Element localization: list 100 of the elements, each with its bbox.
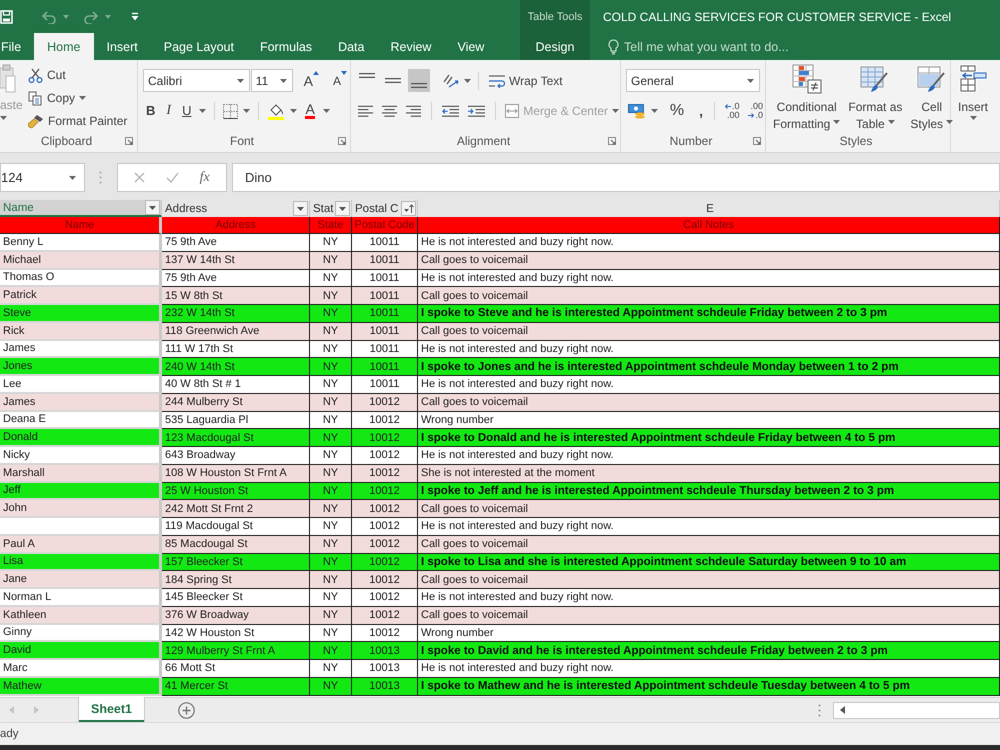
column-header-label: E (706, 202, 714, 214)
group-label: Font (230, 134, 254, 148)
caret-icon[interactable] (747, 78, 754, 82)
scroll-left-icon[interactable] (840, 706, 845, 714)
ribbon-tab[interactable]: Insert (94, 33, 151, 60)
dialog-launcher-icon[interactable] (338, 136, 346, 144)
ribbon-tab[interactable]: View (444, 33, 498, 60)
caret-icon[interactable] (650, 109, 658, 113)
bold-button[interactable]: B (143, 101, 158, 121)
ribbon-tab[interactable]: Formulas (246, 33, 326, 60)
dialog-launcher-icon[interactable] (608, 136, 616, 144)
arrow-left-icon (724, 104, 731, 109)
increase-font-size-button[interactable]: A (300, 70, 322, 90)
group-label: Clipboard (40, 134, 92, 148)
underline-button[interactable]: U (179, 101, 194, 121)
insert-function-button[interactable]: fx (200, 170, 210, 186)
borders-icon[interactable] (223, 104, 238, 118)
dropdown-arrow-icon (149, 206, 156, 210)
caret-icon[interactable] (946, 120, 954, 124)
caret-icon[interactable] (69, 176, 76, 180)
caret-icon[interactable] (322, 109, 330, 113)
align-center-icon[interactable] (382, 104, 398, 118)
ribbon-tab[interactable]: Review (377, 33, 444, 60)
align-left-icon[interactable] (358, 104, 374, 118)
conditional-formatting-button[interactable]: Conditional Formatting (770, 64, 844, 133)
caret-icon[interactable] (280, 78, 287, 82)
font-color-button[interactable]: A (302, 101, 318, 121)
format-as-table-icon (860, 64, 890, 94)
comma-style-button[interactable]: , (696, 101, 706, 121)
column-header-label: Stat (313, 202, 334, 214)
italic-button[interactable]: I (163, 101, 174, 121)
caret-icon[interactable] (0, 116, 7, 120)
table-header-cell: Address (162, 217, 310, 234)
dropdown-arrow-icon (297, 206, 304, 210)
text-orientation-icon[interactable] (442, 72, 460, 88)
insert-cells-icon (958, 64, 988, 94)
cut-button[interactable]: Cut (27, 65, 128, 85)
formula-input[interactable]: Dino (232, 163, 1000, 192)
increase-indent-icon[interactable] (468, 104, 486, 118)
caret-icon[interactable] (970, 116, 976, 120)
money-icon[interactable] (628, 104, 646, 118)
caret-icon[interactable] (290, 109, 298, 113)
horizontal-scrollbar[interactable] (833, 702, 1000, 718)
dialog-launcher-icon[interactable] (125, 136, 133, 144)
align-right-icon[interactable] (406, 104, 422, 118)
percent-style-button[interactable]: % (666, 101, 688, 121)
ribbon-tab[interactable]: Data (325, 33, 378, 60)
conditional-formatting-icon (792, 64, 822, 94)
format-as-table-button[interactable]: Format as Table (845, 64, 906, 133)
caret-icon[interactable] (243, 109, 250, 113)
fill-color-icon[interactable] (267, 102, 286, 120)
increase-decimal-button[interactable]: .0 .00 (722, 102, 742, 120)
grip-icon[interactable] (818, 704, 821, 716)
caret-icon[interactable] (79, 96, 86, 100)
status-text: ady (0, 728, 19, 740)
font-size-field[interactable]: 11 (250, 69, 293, 92)
align-bottom-button[interactable] (408, 69, 430, 92)
decrease-decimal-button[interactable]: .00 .0 (746, 102, 765, 120)
name-box[interactable]: 124 (0, 163, 85, 192)
call-notes-cell: I spoke to Mathew and he is interested Appointment schdeule Tuesday between 4 to 5 pm (418, 678, 1000, 696)
decrease-indent-icon[interactable] (442, 104, 460, 118)
column-header-label: Name (3, 202, 34, 214)
table-header-cell: State (310, 217, 352, 234)
grip-icon[interactable] (99, 171, 102, 184)
sheet-tab[interactable]: Sheet1 (79, 697, 144, 722)
tell-me-field[interactable]: Tell me what you want to do... (624, 33, 834, 60)
ribbon-tab[interactable]: File (0, 33, 34, 60)
caret-icon[interactable] (833, 120, 840, 124)
cell-styles-icon (916, 64, 947, 94)
dialog-launcher-icon[interactable] (753, 136, 761, 144)
cell-styles-button[interactable]: Cell Styles (907, 64, 956, 133)
ribbon-tab[interactable]: Design (520, 33, 590, 60)
filter-button[interactable] (293, 201, 308, 216)
filter-button[interactable] (335, 201, 350, 216)
ribbon-tab[interactable]: Home (34, 33, 94, 60)
add-sheet-icon[interactable] (178, 702, 195, 718)
number-format-field[interactable]: General (626, 69, 760, 92)
copy-icon (28, 90, 43, 106)
caret-icon[interactable] (236, 78, 244, 82)
ribbon-tab[interactable]: Page Layout (150, 33, 247, 60)
save-icon[interactable] (0, 10, 13, 24)
lightbulb-icon[interactable] (608, 38, 619, 54)
postal-code-cell: 10013 (352, 678, 418, 696)
caret-icon[interactable] (199, 109, 206, 113)
format-painter-button[interactable]: Format Painter (27, 111, 128, 131)
insert-cells-button[interactable]: Insert (955, 64, 992, 125)
filter-button[interactable] (145, 200, 160, 215)
caret-icon[interactable] (464, 78, 471, 82)
wrap-text-button[interactable]: Wrap Text (488, 70, 564, 90)
copy-button[interactable]: Copy (27, 88, 128, 108)
font-name-field[interactable]: Calibri (143, 69, 250, 92)
column-header[interactable]: Address (162, 200, 310, 217)
customize-icon[interactable] (131, 12, 139, 21)
check-icon[interactable] (166, 172, 179, 183)
filter-button[interactable] (401, 201, 416, 216)
align-bottom-icon (411, 83, 427, 88)
decrease-font-size-button[interactable]: A (330, 70, 350, 90)
column-header[interactable]: Name (0, 200, 162, 217)
caret-icon[interactable] (888, 120, 895, 124)
caret-icon (341, 70, 347, 74)
